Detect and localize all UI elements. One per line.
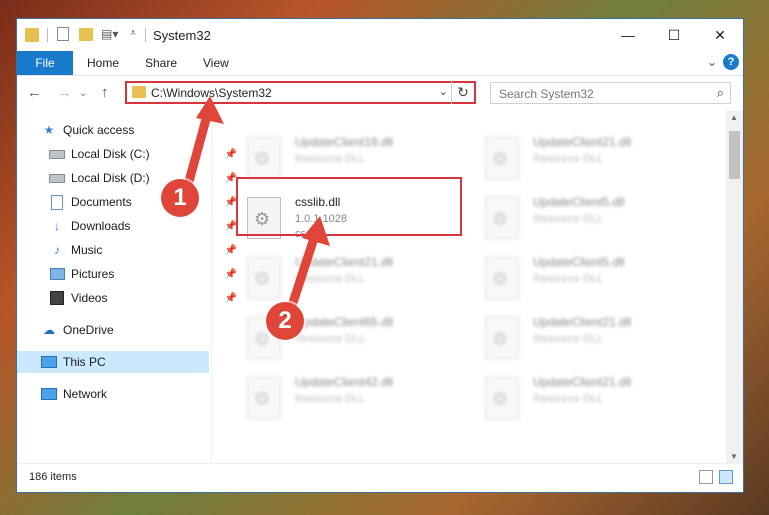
arrow-one <box>180 96 224 201</box>
arrow-two <box>283 216 330 323</box>
step-one-badge: 1 <box>161 179 199 217</box>
step-two-badge: 2 <box>266 302 304 340</box>
annotation-arrows <box>180 96 330 323</box>
